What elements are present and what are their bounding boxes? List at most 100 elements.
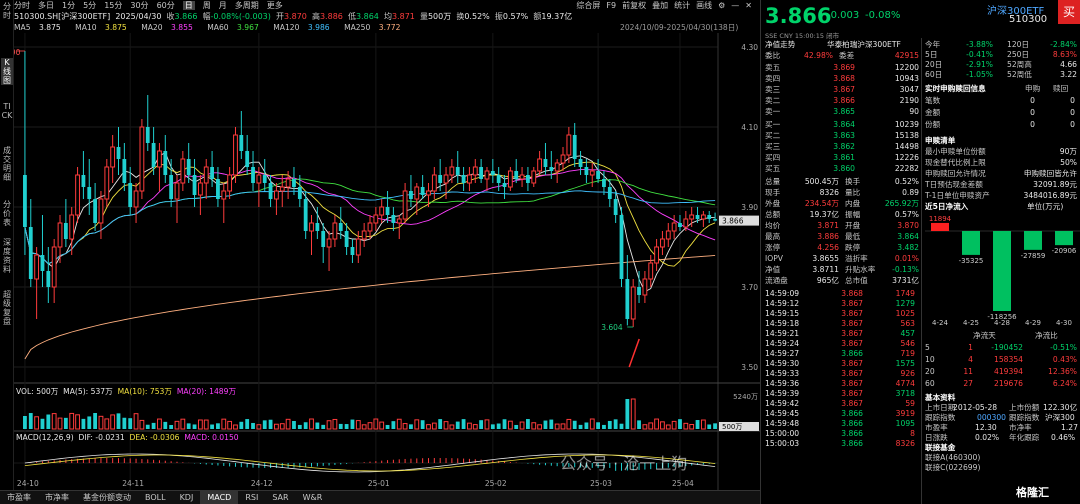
candle-body: [139, 126, 145, 192]
security-code: 510300.SH[沪深300ETF]: [14, 12, 111, 21]
period-tab[interactable]: 多周期: [235, 1, 259, 10]
period-tab[interactable]: 30分: [130, 1, 148, 10]
candle-body: [637, 287, 641, 295]
stat-value: 265.92万: [884, 199, 919, 208]
stat-label: 换手: [845, 177, 861, 186]
indicator-tab[interactable]: SAR: [265, 491, 295, 504]
volume-bar: [338, 423, 343, 429]
stat-value: 3.482: [897, 243, 919, 252]
buy-button[interactable]: 买: [1058, 0, 1080, 24]
candle-body: [414, 186, 420, 200]
indicator-tab-selected[interactable]: MACD: [200, 491, 239, 504]
high-label: 高: [311, 12, 320, 21]
volume-bar: [391, 421, 396, 429]
indicator-tab[interactable]: 市盈率: [0, 491, 38, 504]
stat-value: -0.13%: [892, 265, 919, 274]
period-value: -2.84%: [1050, 40, 1077, 49]
stat-value: 0.52%: [894, 177, 919, 186]
candle-body: [216, 179, 220, 199]
stat-label: 最低: [845, 232, 861, 241]
candle-body: [128, 183, 133, 207]
period-tab-selected[interactable]: 日: [182, 1, 195, 10]
toolbar-item[interactable]: 综合屏: [576, 1, 600, 10]
period-tab[interactable]: 分时: [14, 1, 30, 10]
indicator-tab[interactable]: KDJ: [173, 491, 201, 504]
indicator-tab[interactable]: BOLL: [138, 491, 173, 504]
flow-header: 近5日净流入 单位(万元): [925, 202, 1080, 212]
period-tab[interactable]: 15分: [104, 1, 122, 10]
flow-table-header: 净流天 净流比: [925, 331, 1080, 341]
toolbar-item[interactable]: 叠加: [652, 1, 668, 10]
tab-price-table[interactable]: 分价表: [1, 200, 13, 227]
ma-legend: MA5 3.875 MA10 3.875 MA20 3.855 MA60 3.9…: [14, 22, 412, 33]
toolbar-item[interactable]: 统计: [674, 1, 690, 10]
inflow-bar: [1055, 231, 1073, 246]
period-tab[interactable]: 更多: [267, 1, 283, 10]
period-tab[interactable]: 5分: [83, 1, 96, 10]
period-tab[interactable]: 多日: [38, 1, 54, 10]
indicator-tab[interactable]: 基金份额变动: [76, 491, 138, 504]
order-book-column: 净值走势 华泰柏瑞沪深300ETF 委比 42.98% 委差 42915 卖五 3.869 12…: [765, 40, 921, 504]
candle-body: [221, 190, 227, 200]
period-tab[interactable]: 周: [203, 1, 211, 10]
minimize-icon[interactable]: —: [731, 1, 739, 10]
toolbar-item[interactable]: F9: [606, 1, 616, 10]
tab-kline[interactable]: K线图: [1, 58, 13, 85]
list-label: 申购赎回允许情况: [925, 169, 986, 178]
candle-body: [402, 190, 408, 220]
toolbar-item[interactable]: 画线: [696, 1, 712, 10]
close-icon[interactable]: ✕: [745, 1, 752, 10]
date-range: 2024/10/09-2025/04/30(138日): [620, 23, 739, 32]
tick-volume: 1025: [895, 309, 915, 318]
flow-row: 10 4 158354 0.43%: [925, 355, 1080, 365]
candle-body: [122, 159, 127, 183]
inflow-date: 4-30: [1056, 319, 1072, 327]
period-tab[interactable]: 1分: [62, 1, 75, 10]
tab-depth-info[interactable]: 深度资料: [1, 238, 13, 274]
period-tab[interactable]: 月: [219, 1, 227, 10]
list-value: 3484016.89元: [1023, 191, 1078, 200]
tab-tick[interactable]: TICK: [1, 102, 13, 120]
tick-row: 14:59:36 3.867 4774: [765, 379, 921, 389]
candle-body: [239, 135, 244, 151]
list-label: T-1日单位申赎资产: [925, 191, 990, 200]
tick-row: 15:00:03 3.866 8326: [765, 439, 921, 449]
ask-label: 卖三: [765, 85, 781, 94]
period-label: 250日: [1007, 50, 1030, 59]
price-change: -0.003: [827, 10, 860, 21]
tick-row: 14:59:18 3.867 563: [765, 319, 921, 329]
nav-trend-link: 净值走势: [765, 40, 796, 49]
stat-label: 开盘: [845, 221, 861, 230]
stat-value: 19.37亿: [809, 210, 839, 219]
candle-body: [700, 214, 706, 220]
toolbar-item[interactable]: 前复权: [622, 1, 646, 10]
change-label: 幅: [202, 12, 211, 21]
indicator-tab[interactable]: RSI: [238, 491, 265, 504]
tick-time: 14:59:24: [765, 339, 800, 348]
volume-bar: [303, 422, 308, 429]
tab-super-replay[interactable]: 超级复盘: [1, 290, 13, 326]
stat-value: 0.89: [902, 188, 919, 197]
indicator-tab[interactable]: W&R: [296, 491, 330, 504]
candle-body: [654, 246, 659, 264]
kline-chart[interactable]: 4.30 4.10 3.90 3.70 3.50 4.290 3.604 3.866 24-1…: [14, 33, 760, 490]
inflow-date: 4-29: [1025, 319, 1041, 327]
period-label: 5日: [925, 50, 938, 59]
candle-body: [133, 190, 139, 208]
y-tick-label: 4.10: [741, 123, 758, 132]
tab-trade-detail[interactable]: 成交明细: [1, 146, 13, 182]
tab-timeshare[interactable]: 分时: [1, 2, 13, 20]
flow-ratio: -0.51%: [1050, 343, 1077, 352]
inflow-bar: [931, 222, 949, 231]
candle-body: [642, 278, 648, 296]
volume-bar: [81, 418, 86, 429]
col-header: 净流天: [973, 331, 996, 340]
settings-icon[interactable]: ⚙: [718, 1, 725, 10]
period-tab[interactable]: 60分: [157, 1, 175, 10]
period-value: -2.91%: [966, 60, 993, 69]
amplitude-label: 振: [494, 12, 503, 21]
indicator-tab[interactable]: 市净率: [38, 491, 76, 504]
candle-body: [245, 151, 250, 167]
unit-label: 单位(万元): [1027, 202, 1064, 211]
sub-list-row: 最小申赎单位份额 90万: [925, 147, 1080, 157]
